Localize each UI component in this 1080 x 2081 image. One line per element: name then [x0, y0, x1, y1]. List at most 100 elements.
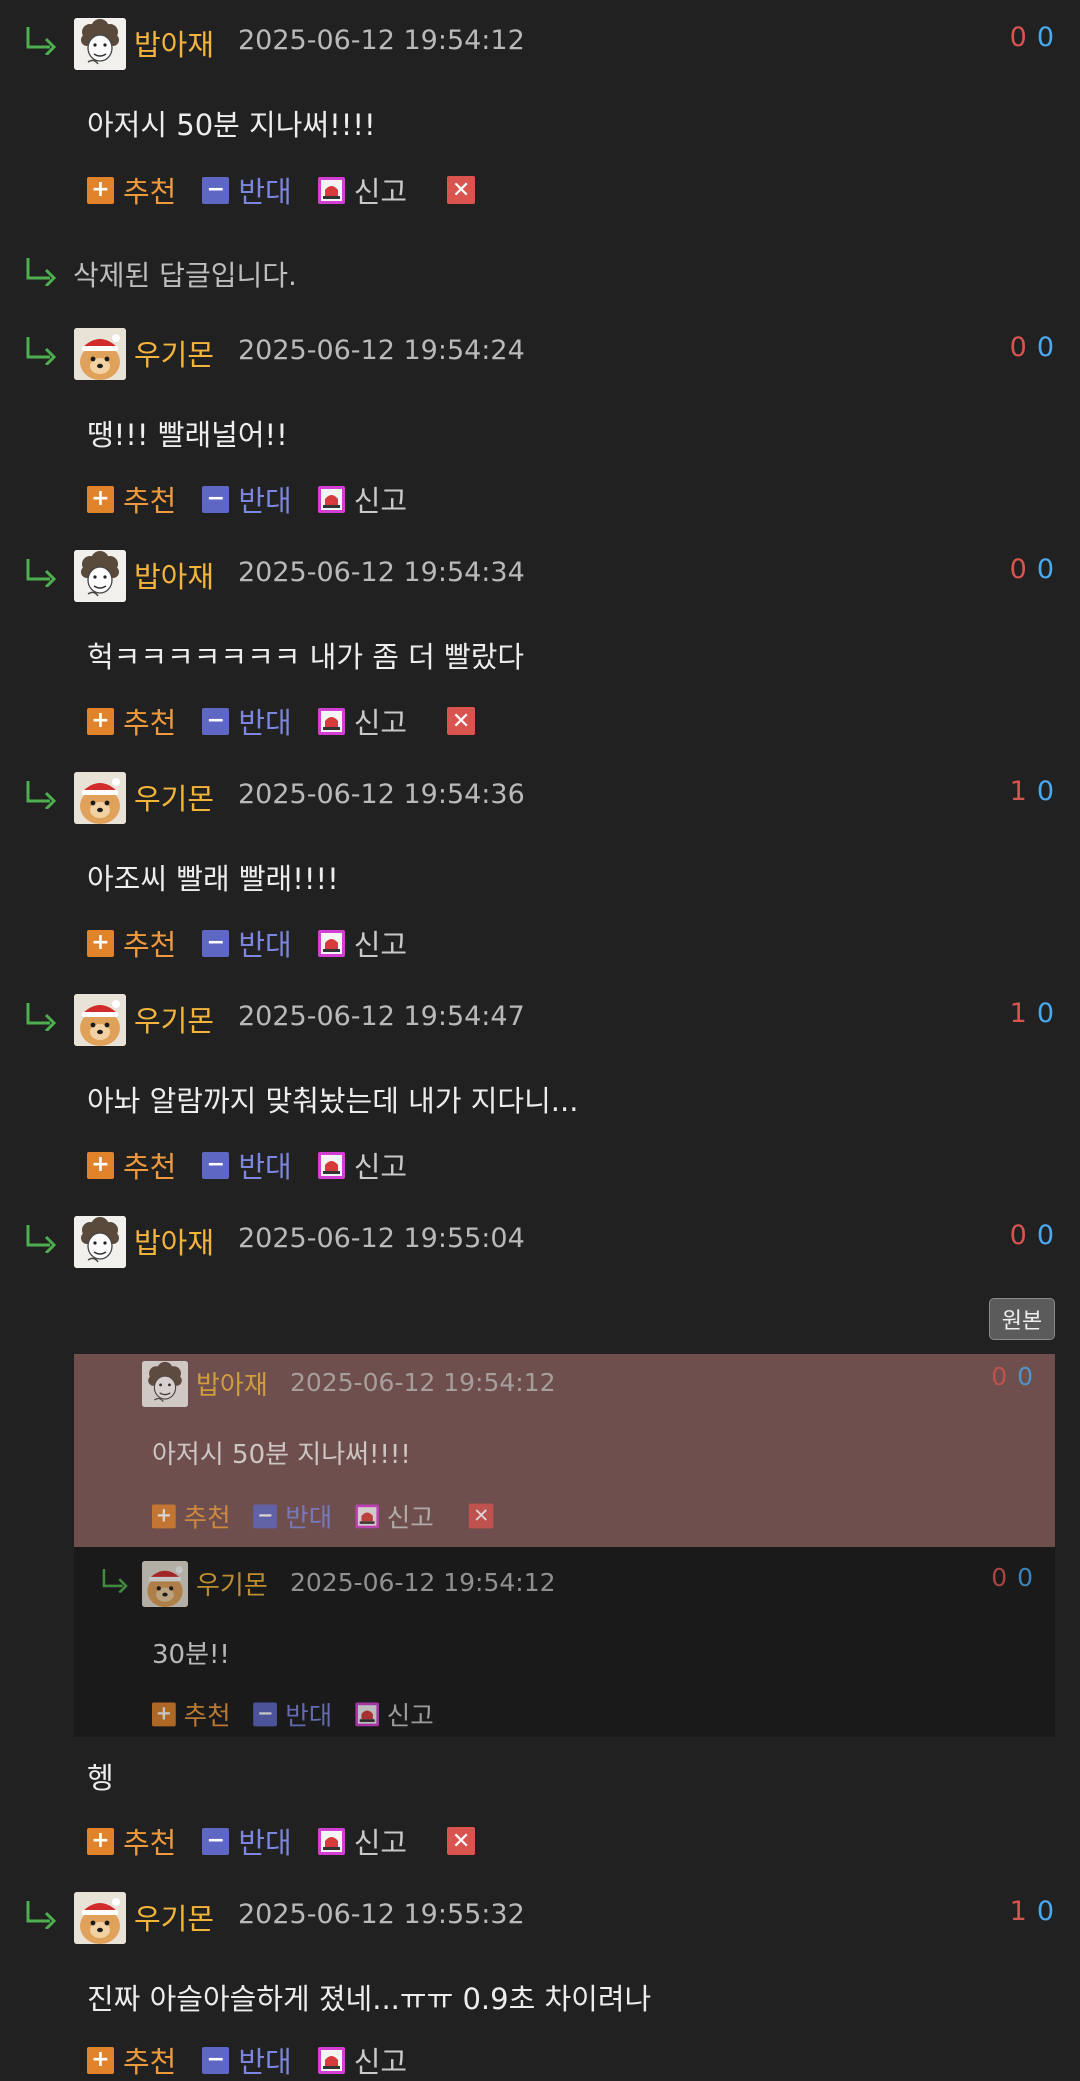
oppose-button[interactable]: − 반대 [202, 169, 292, 211]
report-button[interactable]: 신고 [318, 2039, 407, 2081]
recommend-button[interactable]: + 추천 [87, 169, 176, 211]
oppose-button[interactable]: − 반대 [202, 1144, 292, 1186]
report-button[interactable]: 신고 [318, 169, 407, 211]
report-button[interactable]: 신고 [318, 922, 407, 964]
report-label: 신고 [353, 706, 408, 740]
recommend-button[interactable]: + 추천 [87, 1144, 176, 1186]
reply-arrow-icon [24, 256, 58, 286]
upvote-count: 0 [1009, 554, 1027, 585]
minus-icon: − [202, 2046, 230, 2074]
recommend-button[interactable]: + 추천 [87, 2039, 176, 2081]
oppose-button[interactable]: − 반대 [202, 478, 292, 520]
recommend-button[interactable]: + 추천 [87, 1820, 176, 1862]
nickname[interactable]: 밥아재 [134, 1220, 214, 1262]
avatar [142, 1361, 188, 1407]
downvote-count: 0 [1036, 554, 1054, 585]
report-button[interactable]: 신고 [318, 700, 407, 742]
avatar[interactable] [74, 1892, 126, 1944]
timestamp: 2025-06-12 19:54:36 [238, 779, 525, 810]
siren-icon [355, 1702, 379, 1726]
avatar[interactable] [74, 1216, 126, 1268]
report-label: 신고 [353, 1150, 408, 1184]
comment-text: 진짜 아슬아슬하게 졌네...ㅠㅠ 0.9초 차이려나 [87, 1982, 652, 2016]
nickname[interactable]: 우기몬 [134, 332, 214, 374]
minus-icon: − [202, 1151, 230, 1179]
recommend-button: + 추천 [152, 1696, 231, 1733]
oppose-label: 반대 [285, 1502, 333, 1533]
plus-icon: + [87, 929, 114, 957]
upvote-count: 1 [1009, 776, 1027, 807]
comment-actions: + 추천 − 반대 신고 [87, 478, 433, 520]
comment-actions: + 추천 − 반대 신고 [87, 922, 433, 964]
oppose-label: 반대 [238, 2045, 292, 2079]
siren-icon [318, 486, 345, 513]
report-button: 신고 [355, 1498, 434, 1535]
avatar[interactable] [74, 772, 126, 824]
original-button[interactable]: 원본 [989, 1298, 1055, 1340]
downvote-count: 0 [1036, 332, 1054, 363]
comment-actions: + 추천 − 반대 신고 ✕ [87, 169, 476, 211]
downvote-count: 0 [1017, 1362, 1033, 1391]
report-label: 신고 [353, 484, 408, 518]
timestamp: 2025-06-12 19:54:47 [238, 1001, 525, 1032]
comment-actions: + 추천 − 반대 신고 [87, 1144, 433, 1186]
oppose-button[interactable]: − 반대 [202, 922, 292, 964]
plus-icon: + [87, 176, 114, 204]
timestamp: 2025-06-12 19:54:24 [238, 335, 525, 366]
recommend-label: 추천 [123, 175, 177, 209]
delete-button[interactable]: ✕ [447, 707, 476, 735]
vote-counts: 00 [1010, 332, 1054, 363]
report-button[interactable]: 신고 [318, 1144, 407, 1186]
recommend-button[interactable]: + 추천 [87, 478, 176, 520]
upvote-count: 1 [1009, 1896, 1027, 1927]
upvote-count: 0 [991, 1563, 1008, 1592]
nickname[interactable]: 우기몬 [134, 998, 214, 1040]
recommend-button[interactable]: + 추천 [87, 700, 176, 742]
oppose-button[interactable]: − 반대 [202, 2039, 292, 2081]
recommend-button[interactable]: + 추천 [87, 922, 176, 964]
oppose-label: 반대 [238, 1150, 292, 1184]
report-button[interactable]: 신고 [318, 1820, 407, 1862]
timestamp: 2025-06-12 19:55:32 [238, 1899, 525, 1930]
avatar[interactable] [74, 328, 126, 380]
avatar[interactable] [74, 18, 126, 70]
minus-icon: − [253, 1504, 278, 1528]
reply-arrow-icon [24, 1001, 58, 1031]
siren-icon [318, 1152, 345, 1179]
plus-icon: + [152, 1702, 176, 1726]
delete-button[interactable]: ✕ [447, 1827, 476, 1855]
avatar[interactable] [74, 994, 126, 1046]
oppose-button[interactable]: − 반대 [202, 1820, 292, 1862]
nickname: 우기몬 [196, 1571, 268, 1601]
timestamp: 2025-06-12 19:54:12 [238, 25, 525, 56]
recommend-button: + 추천 [152, 1498, 231, 1535]
plus-icon: + [152, 1504, 176, 1528]
reply-arrow-icon [24, 1899, 58, 1929]
upvote-count: 0 [1009, 332, 1027, 363]
report-label: 신고 [353, 1826, 408, 1860]
nickname[interactable]: 우기몬 [134, 1896, 214, 1938]
downvote-count: 0 [1017, 1563, 1033, 1592]
report-button[interactable]: 신고 [318, 478, 407, 520]
downvote-count: 0 [1036, 1896, 1054, 1927]
report-label: 신고 [353, 175, 408, 209]
timestamp: 2025-06-12 19:55:04 [238, 1223, 525, 1254]
comment-actions: + 추천 − 반대 신고 [152, 1696, 457, 1733]
timestamp: 2025-06-12 19:54:34 [238, 557, 525, 588]
avatar [142, 1561, 188, 1607]
nickname[interactable]: 밥아재 [134, 554, 214, 596]
nickname[interactable]: 우기몬 [134, 776, 214, 818]
siren-icon [318, 708, 345, 735]
upvote-count: 1 [1009, 998, 1027, 1029]
oppose-button: − 반대 [253, 1498, 333, 1535]
nickname[interactable]: 밥아재 [134, 22, 214, 64]
reply-arrow-icon [24, 779, 58, 809]
vote-counts: 00 [1010, 1220, 1054, 1251]
recommend-label: 추천 [123, 2045, 177, 2079]
siren-icon [318, 2047, 345, 2074]
timestamp: 2025-06-12 19:54:12 [290, 1368, 556, 1397]
avatar[interactable] [74, 550, 126, 602]
oppose-button[interactable]: − 반대 [202, 700, 292, 742]
delete-button[interactable]: ✕ [447, 176, 476, 204]
oppose-label: 반대 [285, 1700, 333, 1731]
